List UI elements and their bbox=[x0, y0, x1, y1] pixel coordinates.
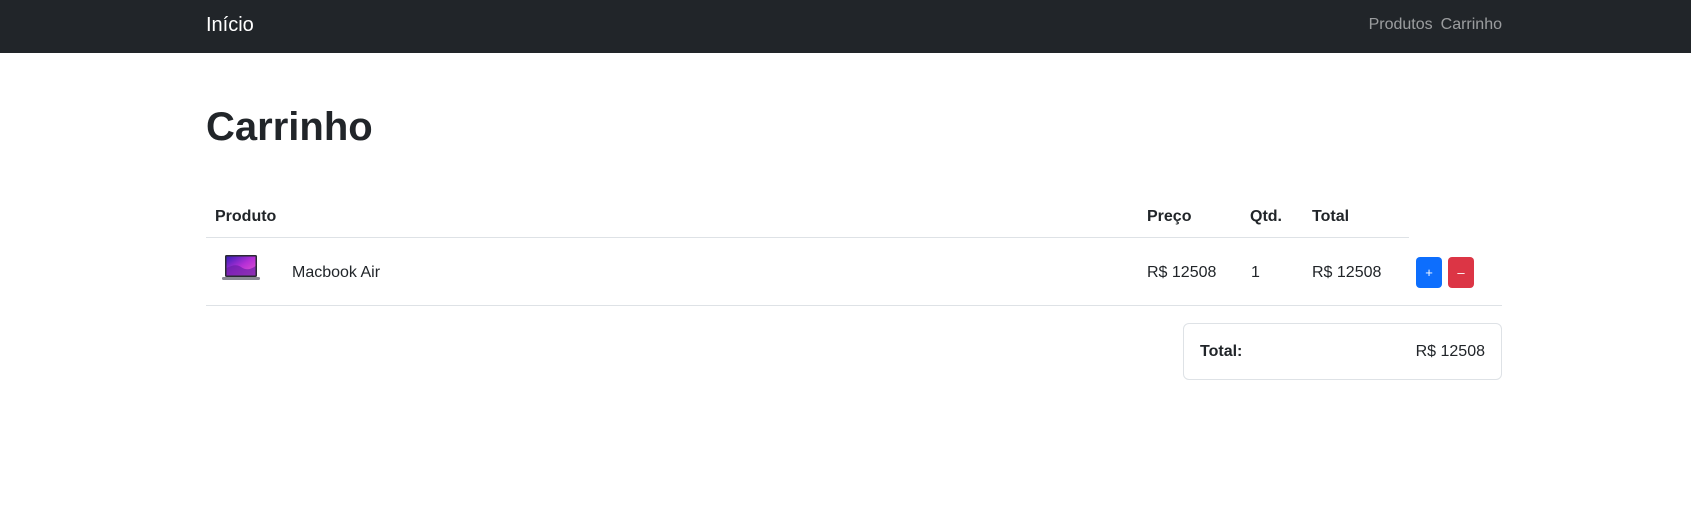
navbar: Início Produtos Carrinho bbox=[0, 0, 1691, 53]
product-price: R$ 12508 bbox=[1147, 264, 1217, 281]
nav-link-produtos[interactable]: Produtos bbox=[1369, 16, 1433, 34]
header-product: Produto bbox=[215, 208, 277, 225]
table-header: Produto Preço Qtd. Total bbox=[206, 200, 1409, 238]
header-price: Preço bbox=[1147, 208, 1192, 225]
increase-qty-button[interactable]: + bbox=[1416, 257, 1442, 288]
table-row: Macbook Air R$ 12508 1 R$ 12508 + – bbox=[206, 238, 1502, 306]
nav-links: Produtos Carrinho bbox=[1369, 16, 1502, 34]
brand-link[interactable]: Início bbox=[206, 14, 254, 37]
cart-total-value: R$ 12508 bbox=[1415, 343, 1485, 360]
nav-link-carrinho[interactable]: Carrinho bbox=[1441, 16, 1502, 34]
product-name: Macbook Air bbox=[292, 264, 381, 281]
product-total: R$ 12508 bbox=[1312, 264, 1382, 281]
header-qty: Qtd. bbox=[1250, 208, 1282, 225]
cart-total-label: Total: bbox=[1200, 343, 1243, 360]
laptop-thumbnail-icon bbox=[222, 255, 260, 280]
header-total: Total bbox=[1312, 208, 1350, 225]
decrease-qty-button[interactable]: – bbox=[1448, 257, 1474, 288]
cart-total-card: Total: R$ 12508 bbox=[1183, 323, 1502, 380]
product-qty: 1 bbox=[1251, 264, 1260, 281]
page-title: Carrinho bbox=[206, 105, 373, 149]
